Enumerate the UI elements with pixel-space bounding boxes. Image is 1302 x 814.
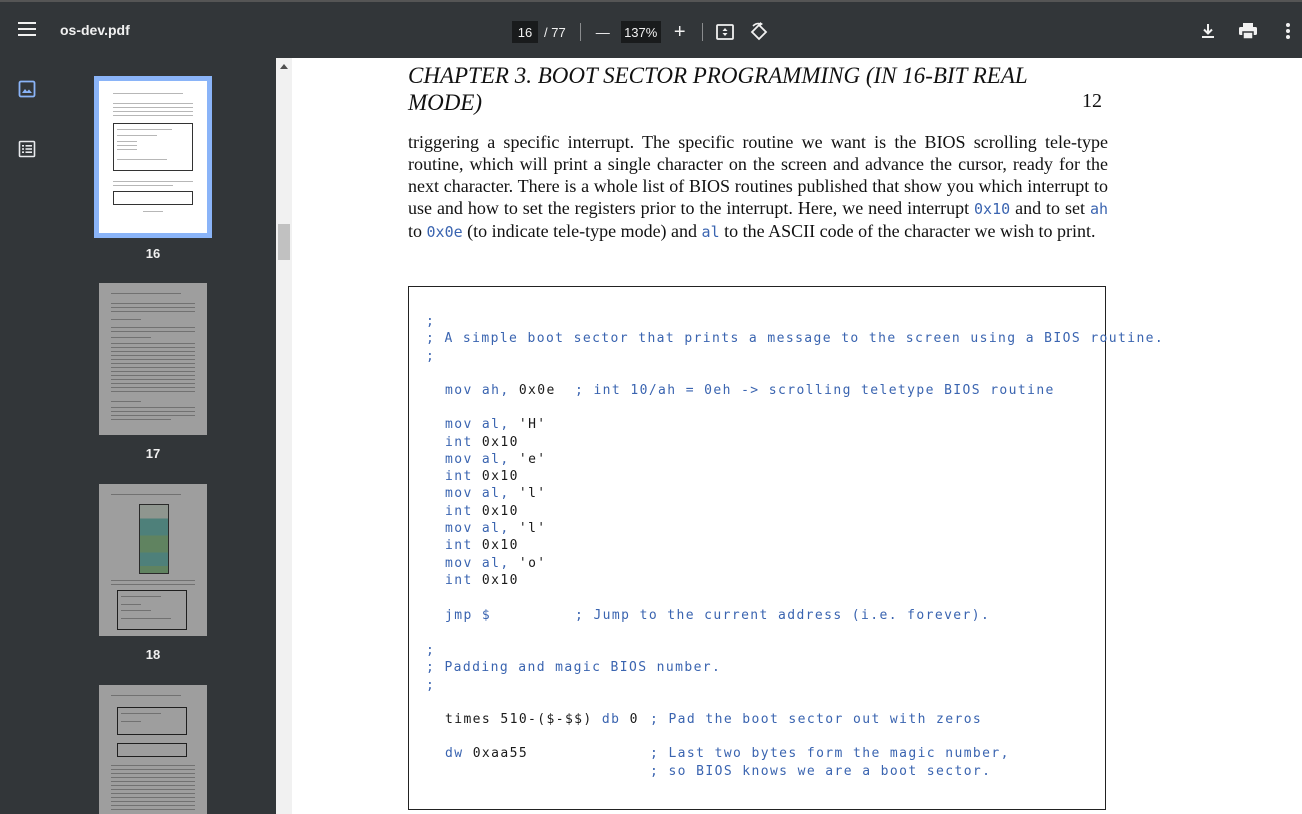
page-thumbnail-16[interactable] xyxy=(94,76,212,238)
chapter-header-line1: CHAPTER 3. BOOT SECTOR PROGRAMMING (IN 1… xyxy=(408,63,1028,88)
zoom-level-input[interactable] xyxy=(620,21,661,43)
menu-icon[interactable] xyxy=(18,22,36,36)
thumbnail-sidebar: 16 17 18 xyxy=(0,58,276,814)
pdf-page: CHAPTER 3. BOOT SECTOR PROGRAMMING (IN 1… xyxy=(292,58,1302,814)
thumbnails-icon[interactable] xyxy=(18,80,36,98)
document-title: os-dev.pdf xyxy=(60,22,130,38)
code-line: int 0x10 xyxy=(445,538,519,553)
toolbar-divider xyxy=(701,23,703,41)
inline-code: al xyxy=(701,223,720,241)
code-line: times 510-($-$$) db 0 xyxy=(445,712,639,727)
code-comment: ; Jump to the current address (i.e. fore… xyxy=(575,608,991,623)
code-line: dw 0xaa55 xyxy=(445,746,529,761)
code-line: mov al, 'H' xyxy=(445,417,547,432)
code-line: mov al, 'o' xyxy=(445,556,547,571)
toolbar-divider xyxy=(579,23,581,41)
scrollbar-thumb[interactable] xyxy=(278,224,290,260)
toolbar-actions xyxy=(1196,19,1302,43)
code-line: mov al, 'l' xyxy=(445,521,547,536)
code-line: int 0x10 xyxy=(445,573,519,588)
chapter-header: CHAPTER 3. BOOT SECTOR PROGRAMMING (IN 1… xyxy=(408,62,1108,116)
code-line: ; xyxy=(426,314,436,329)
thumbnail-label-16: 16 xyxy=(145,246,161,261)
page-total: / 77 xyxy=(544,24,566,40)
zoom-out-button[interactable]: — xyxy=(593,21,613,43)
code-line: int 0x10 xyxy=(445,469,519,484)
thumbnail-label-17: 17 xyxy=(145,446,161,461)
more-actions-icon[interactable] xyxy=(1276,19,1300,43)
outline-icon[interactable] xyxy=(18,140,36,158)
page-number: 12 xyxy=(1082,90,1102,112)
code-comment: ; so BIOS knows we are a boot sector. xyxy=(650,764,992,779)
code-line: mov ah, 0x0e xyxy=(445,383,556,398)
inline-code: 0x10 xyxy=(974,200,1011,218)
page-thumbnail-19[interactable] xyxy=(99,685,207,814)
code-line: int 0x10 xyxy=(445,435,519,450)
document-scrollbar[interactable] xyxy=(276,58,292,814)
page-thumbnail-18[interactable] xyxy=(99,484,207,636)
page-zoom-controls: / 77 — + xyxy=(512,19,771,45)
code-line: int 0x10 xyxy=(445,504,519,519)
page-number-input[interactable] xyxy=(512,21,538,43)
code-comment: ; int 10/ah = 0eh -> scrolling teletype … xyxy=(575,383,1055,398)
download-icon[interactable] xyxy=(1196,19,1220,43)
scroll-up-icon[interactable] xyxy=(280,64,288,69)
code-comment: ; Padding and magic BIOS number. xyxy=(426,660,722,675)
code-line: ; xyxy=(426,643,436,658)
code-line: jmp $ xyxy=(445,608,492,623)
code-comment: ; Last two bytes form the magic number, xyxy=(650,746,1010,761)
zoom-in-button[interactable]: + xyxy=(670,21,690,43)
chapter-header-line2: MODE) xyxy=(408,90,483,115)
inline-code: ah xyxy=(1089,200,1108,218)
pdf-toolbar: os-dev.pdf / 77 — + xyxy=(0,0,1302,58)
code-listing: ; ; A simple boot sector that prints a m… xyxy=(408,286,1163,810)
fit-page-icon[interactable] xyxy=(713,20,737,44)
code-line: ; xyxy=(426,678,436,693)
code-line: mov al, 'e' xyxy=(445,452,547,467)
page-thumbnail-17[interactable] xyxy=(99,283,207,435)
print-icon[interactable] xyxy=(1236,19,1260,43)
code-comment: ; Pad the boot sector out with zeros xyxy=(650,712,983,727)
body-paragraph: triggering a specific interrupt. The spe… xyxy=(408,132,1108,241)
code-line: ; xyxy=(426,349,436,364)
code-comment: ; A simple boot sector that prints a mes… xyxy=(426,331,1165,346)
code-line: mov al, 'l' xyxy=(445,486,547,501)
inline-code: 0x0e xyxy=(426,223,463,241)
thumbnail-label-18: 18 xyxy=(145,647,161,662)
rotate-icon[interactable] xyxy=(747,20,771,44)
